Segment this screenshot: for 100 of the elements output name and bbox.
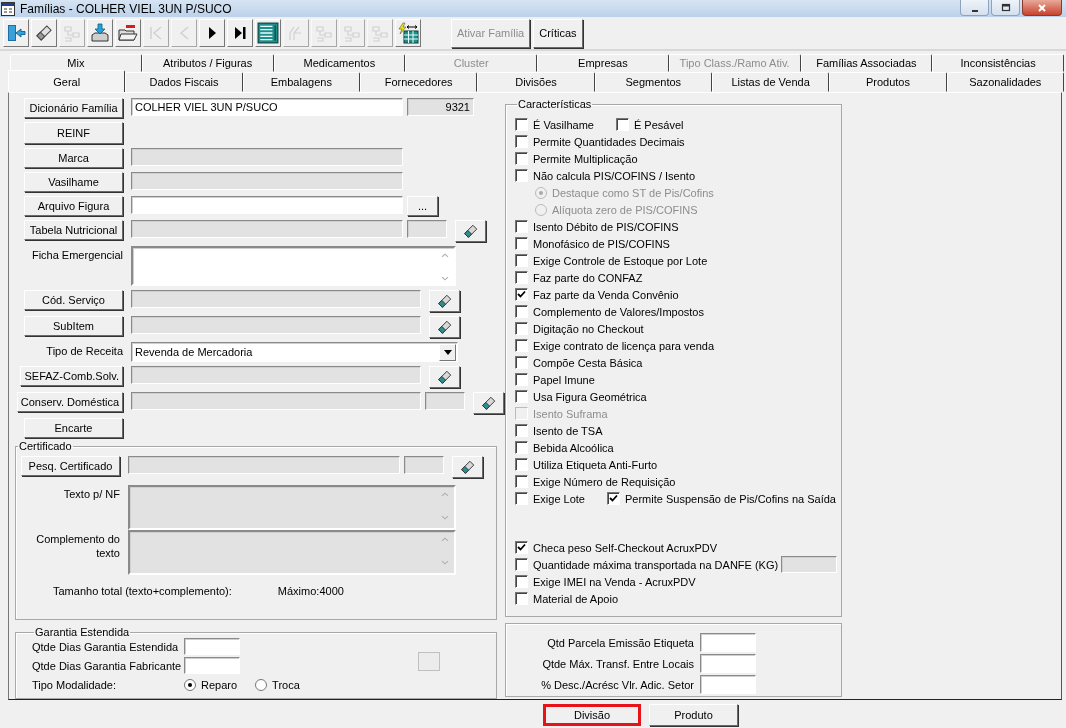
footer-button[interactable]: Divisão: [543, 704, 641, 726]
form-button[interactable]: REINF: [24, 122, 123, 144]
tab[interactable]: Mix: [10, 54, 142, 72]
toolbar-button[interactable]: [199, 19, 225, 47]
checkbox[interactable]: [515, 541, 528, 554]
tab[interactable]: Embalagens: [242, 72, 360, 92]
form-button[interactable]: Encarte: [24, 418, 123, 438]
dropdown[interactable]: Revenda de Mercadoria: [131, 342, 458, 362]
footer-button[interactable]: Produto: [649, 704, 738, 726]
form-button[interactable]: SubItem: [24, 316, 123, 336]
form-button[interactable]: Conserv. Doméstica: [16, 392, 123, 412]
toolbar-text-button[interactable]: Críticas: [533, 18, 583, 48]
download-tray-icon: [90, 23, 110, 43]
tab[interactable]: Geral: [8, 70, 126, 92]
tab[interactable]: Fornecedores: [360, 72, 478, 92]
checkbox[interactable]: [515, 135, 528, 148]
toolbar-button[interactable]: [115, 19, 141, 47]
tab[interactable]: Atributos / Figuras: [141, 54, 274, 72]
maximize-button[interactable]: [991, 0, 1020, 16]
tab[interactable]: Segmentos: [594, 72, 712, 92]
checkbox[interactable]: [515, 492, 528, 505]
checkbox-label: Digitação no Checkout: [533, 322, 644, 335]
checkbox[interactable]: [515, 118, 528, 131]
text-field[interactable]: [700, 654, 756, 673]
tab[interactable]: Medicamentos: [273, 54, 406, 72]
checkbox[interactable]: [515, 271, 528, 284]
text-area[interactable]: [131, 246, 456, 286]
tree-icon: [62, 23, 82, 43]
checkbox[interactable]: [615, 118, 629, 131]
radio-label: Reparo: [201, 678, 238, 691]
checkbox-label: Exige contrato de licença para venda: [533, 339, 714, 352]
checkbox-label: Bebida Alcoólica: [533, 441, 614, 454]
tab[interactable]: Sazonalidades: [946, 72, 1064, 92]
text-field[interactable]: COLHER VIEL 3UN P/SUCO: [131, 98, 403, 116]
eraser-icon: [435, 368, 454, 386]
checkbox[interactable]: [515, 424, 528, 437]
form-button[interactable]: Vasilhame: [24, 172, 123, 192]
text-field[interactable]: [184, 657, 240, 675]
exit-door-icon: [6, 23, 26, 43]
text-field[interactable]: [700, 675, 756, 694]
checkbox[interactable]: [515, 322, 528, 335]
checkbox[interactable]: [515, 356, 528, 369]
tab[interactable]: Listas de Venda: [711, 72, 830, 92]
form-button[interactable]: SEFAZ-Comb.Solv.: [20, 366, 123, 386]
tab[interactable]: Dados Fiscais: [125, 72, 243, 92]
eraser-icon: [435, 318, 454, 336]
tab[interactable]: Inconsistências: [932, 54, 1064, 72]
checkbox[interactable]: [515, 305, 528, 318]
checkbox-label: Não calcula PIS/COFINS / Isento: [533, 169, 695, 182]
text-field[interactable]: [131, 196, 403, 214]
checkbox[interactable]: [607, 492, 620, 505]
eraser-button[interactable]: [429, 290, 460, 312]
form-button[interactable]: Marca: [24, 148, 123, 168]
text-field[interactable]: [184, 638, 240, 656]
checkbox[interactable]: [515, 220, 528, 233]
checkbox[interactable]: [515, 169, 528, 182]
checkbox[interactable]: [515, 288, 528, 301]
tab[interactable]: Empresas: [537, 54, 669, 72]
checkbox[interactable]: [515, 237, 528, 250]
checkbox[interactable]: [515, 152, 528, 165]
checkbox[interactable]: [515, 373, 528, 386]
eraser-button[interactable]: [429, 366, 460, 388]
toolbar-button[interactable]: [227, 19, 253, 47]
checkbox[interactable]: [515, 475, 528, 488]
form-button[interactable]: Tabela Nutricional: [24, 220, 123, 240]
browse-button[interactable]: ...: [407, 196, 438, 216]
toolbar-button[interactable]: [395, 19, 421, 47]
form-button[interactable]: Arquivo Figura: [24, 196, 123, 216]
text-field[interactable]: [700, 633, 756, 652]
checkbox[interactable]: [515, 592, 528, 605]
tab[interactable]: Divisões: [477, 72, 595, 92]
close-icon: [1037, 2, 1047, 13]
empty-box: [417, 652, 440, 672]
form-button[interactable]: Dicionário Família: [24, 98, 123, 118]
eraser-button[interactable]: [455, 220, 486, 242]
minimize-button[interactable]: [960, 0, 989, 16]
eraser-icon: [34, 23, 54, 43]
form-button[interactable]: Cód. Serviço: [24, 290, 123, 310]
radio-button[interactable]: [184, 678, 196, 691]
maximize-icon: [1000, 2, 1011, 13]
form-button[interactable]: Pesq. Certificado: [21, 456, 120, 476]
tab[interactable]: Famílias Associadas: [800, 54, 933, 72]
close-button[interactable]: [1022, 0, 1062, 16]
eraser-button[interactable]: [452, 456, 483, 478]
radio-button[interactable]: [255, 678, 268, 691]
checkbox[interactable]: [515, 254, 528, 267]
toolbar-button[interactable]: [31, 19, 57, 47]
checkbox[interactable]: [515, 390, 528, 403]
lightning-table-icon: [397, 22, 419, 44]
eraser-button[interactable]: [429, 316, 460, 338]
checkbox[interactable]: [515, 441, 528, 454]
checkbox[interactable]: [515, 458, 528, 471]
checkbox[interactable]: [515, 558, 528, 571]
checkbox[interactable]: [515, 339, 528, 352]
eraser-button[interactable]: [473, 392, 504, 414]
tab[interactable]: Produtos: [829, 72, 947, 92]
toolbar-button[interactable]: [255, 19, 281, 47]
checkbox-label: Permite Quantidades Decimais: [533, 135, 685, 148]
checkbox[interactable]: [515, 575, 528, 588]
text-field[interactable]: [781, 556, 838, 573]
